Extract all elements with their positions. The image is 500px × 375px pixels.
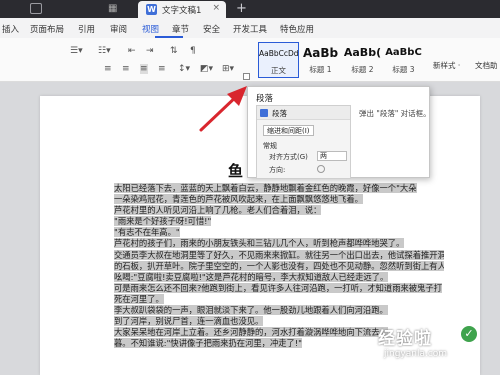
menu-references[interactable]: 引用 [78, 23, 95, 35]
style-body-label: 正文 [271, 66, 286, 75]
menu-chapter[interactable]: 章节 [172, 23, 189, 35]
tooltip-title: 段落 [256, 94, 274, 104]
check-icon: ✓ [461, 326, 477, 342]
menu-security[interactable]: 安全 [203, 23, 220, 35]
menu-insert[interactable]: 插入 [2, 23, 19, 35]
wps-doc-icon: W [146, 4, 157, 15]
text-line: 死在河里了。 [114, 293, 164, 304]
outdent-icon[interactable]: ⇥ [146, 46, 154, 56]
menu-bar: 插入 页面布局 引用 审阅 视图 章节 安全 开发工具 特色应用 [0, 18, 500, 38]
align-left-icon[interactable]: ≡ [104, 64, 112, 74]
watermark-title: 经验啦 [378, 329, 432, 349]
menu-features[interactable]: 特色应用 [280, 23, 314, 35]
text-line: 的石板，扒开草叶。院子里空空的，一个人影也没有，四处也不见动静。忽然听到街上有人 [114, 260, 444, 271]
style-heading1-preview: AaBb [302, 46, 339, 60]
text-line: 李大叔趴袋袋的一声，眼泪就淡下来了。他一股劲儿地跟着人们向河沿跑。 [114, 305, 388, 316]
style-heading3-label: 标题 3 [392, 65, 415, 74]
text-line: 太阳已经落下去，蓝蓝的天上飘着白云，静静地飘着金红色的晚霞，好像一个"大朵 [114, 183, 417, 193]
document-tab[interactable]: W 文字文稿1 × [138, 1, 226, 18]
text-line: 交通员李大叔在地洞里等了好久，不见雨来来掀缸。就往另一个出口出去，他试探着推开洞… [114, 249, 444, 261]
text-line: 吆喝:"豆腐啦!卖豆腐啦!"这是芦花村的暗号，李大叔知道敌人已经走远了。 [114, 271, 389, 282]
dialog-preview-thumbnail: 段落 缩进和间距(I) 常规 对齐方式(G) 两 方向: [256, 105, 351, 179]
close-tab-icon[interactable]: × [212, 3, 220, 13]
new-style-button[interactable]: 新样式 · [433, 60, 460, 71]
text-line: 一朵染鸡冠花，青莲色的芦花被风吹起来，在上面飘飘悠悠地飞着。 [114, 194, 363, 205]
style-heading2-preview: AaBb( [343, 46, 382, 59]
preview-align-select: 两 [317, 151, 347, 161]
text-line: "有志不在年高。" [114, 227, 180, 238]
menu-view[interactable]: 视图 [142, 23, 159, 35]
apps-grid-icon[interactable]: ▦ [108, 3, 120, 15]
preview-direction-radio [317, 165, 325, 173]
style-body-preview: AaBbCcDd [259, 49, 298, 58]
line-spacing-icon[interactable]: ↕▾ [178, 64, 190, 74]
style-gallery: AaBbCcDd 正文 AaBb 标题 1 AaBb( 标题 2 AaBbC 标… [258, 42, 424, 78]
style-heading2-label: 标题 2 [351, 65, 374, 74]
align-center-icon[interactable]: ≡ [122, 64, 130, 74]
style-heading1[interactable]: AaBb 标题 1 [300, 42, 341, 78]
border-icon[interactable]: ⊞▾ [222, 64, 234, 74]
align-right-icon[interactable]: ≡ [158, 64, 166, 74]
sort-icon[interactable]: ⇅ [170, 46, 178, 56]
style-heading1-label: 标题 1 [309, 65, 332, 74]
document-title: 鱼 [228, 162, 244, 180]
ribbon: ☰▾ ☷▾ ⇤ ⇥ ⇅ ¶ ≡ ≡ ≡ ≡ ↕▾ ◩▾ ⊞▾ AaBbCcDd … [0, 38, 500, 82]
preview-align-label: 对齐方式(G) [269, 153, 308, 161]
style-heading3-preview: AaBbC [385, 47, 422, 58]
watermark-url: jingyanla.com [384, 349, 448, 359]
text-line: 芦花村里的人听见河沿上响了几枪。老人们合着泪，说： [114, 205, 322, 216]
document-tab-label: 文字文稿1 [162, 6, 202, 16]
style-heading2[interactable]: AaBb( 标题 2 [342, 42, 383, 78]
text-line: 芦花村的孩子们，雨来的小朋友铁头和三钻儿几个人，听到枪声都哗哗地哭了。 [114, 238, 405, 249]
indent-icon[interactable]: ⇤ [128, 46, 136, 56]
menu-page-layout[interactable]: 页面布局 [30, 23, 64, 35]
home-icon[interactable] [30, 3, 42, 14]
text-tool-button[interactable]: 文档助 [475, 60, 498, 71]
bullet-list-icon[interactable]: ☰▾ [70, 46, 83, 56]
preview-header-title: 段落 [272, 109, 287, 118]
paragraph-dialog-launcher[interactable] [243, 73, 250, 80]
align-justify-icon[interactable]: ≡ [140, 64, 148, 74]
style-body[interactable]: AaBbCcDd 正文 [258, 42, 299, 78]
shading-icon[interactable]: ◩▾ [200, 64, 213, 74]
paragraph-tooltip: 段落 段落 缩进和间距(I) 常规 对齐方式(G) 两 方向: 弹出 "段落" … [247, 86, 431, 179]
preview-header: 段落 [257, 106, 350, 120]
style-heading3[interactable]: AaBbC 标题 3 [383, 42, 424, 78]
watermark: 经验啦 jingyanla.com ✓ [378, 324, 477, 359]
menu-review[interactable]: 审阅 [110, 23, 127, 35]
red-arrow-annotation [199, 86, 247, 132]
title-bar: ▦ W 文字文稿1 × + [0, 0, 500, 18]
new-tab-button[interactable]: + [236, 1, 247, 16]
preview-general-section: 常规 [263, 142, 277, 150]
preview-indent-spacing-tab: 缩进和间距(I) [263, 125, 314, 136]
numbered-list-icon[interactable]: ☷▾ [98, 46, 111, 56]
menu-developer[interactable]: 开发工具 [233, 23, 267, 35]
preview-direction-label: 方向: [269, 166, 286, 174]
text-line: "雨来是个好孩子呀!可惜!" [114, 216, 212, 227]
tooltip-description: 弹出 "段落" 对话框。 [359, 109, 431, 118]
wps-small-icon [260, 109, 268, 117]
show-marks-icon[interactable]: ¶ [190, 46, 196, 56]
text-line: 可是雨来怎么还不回来?他跑到街上，看见许多人往河沿跑，一打听，才知道雨来被鬼子打 [114, 282, 442, 293]
